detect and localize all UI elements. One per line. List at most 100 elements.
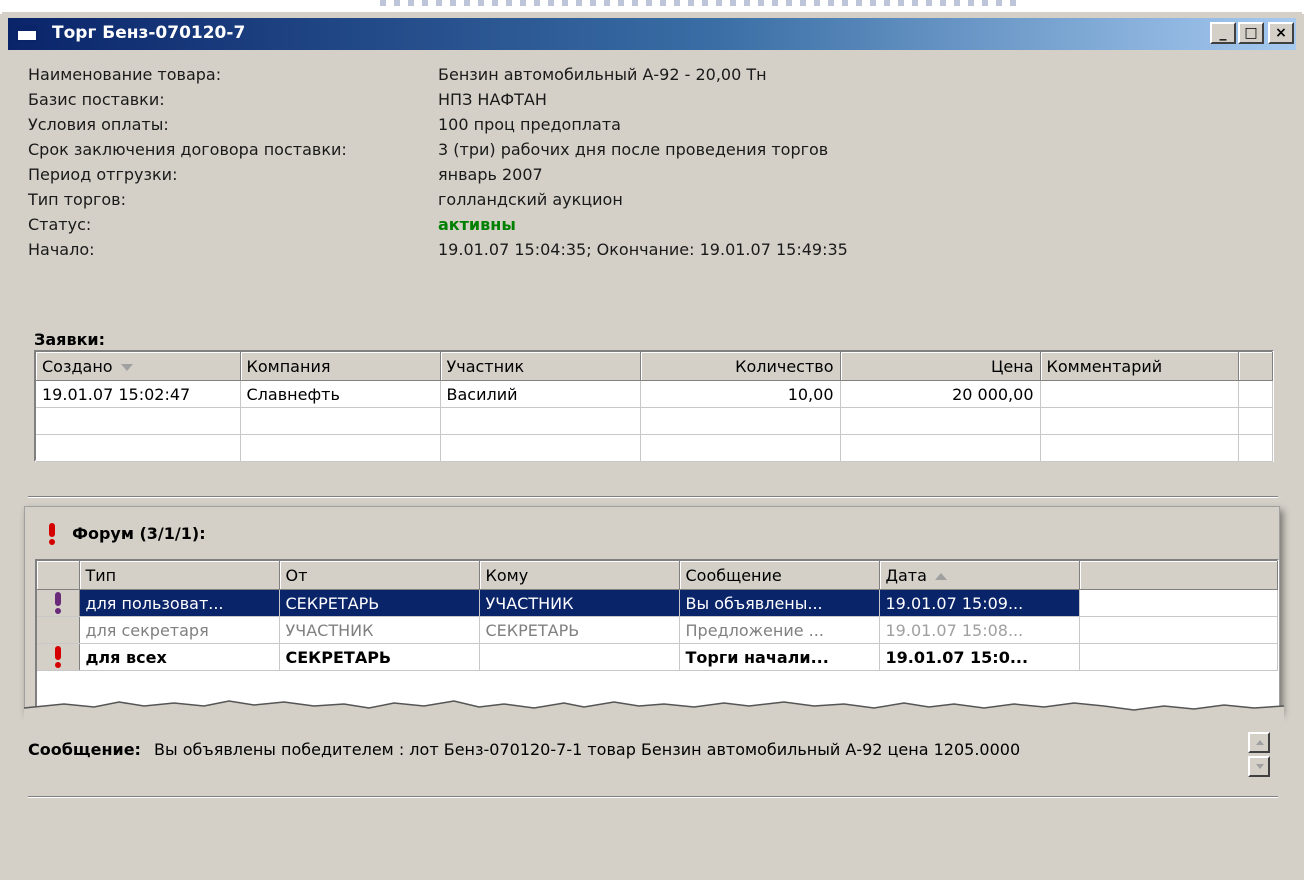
cell-company: Славнефть bbox=[240, 380, 441, 408]
forum-header: Форум (3/1/1): bbox=[47, 523, 206, 545]
info-row-auction-type: Тип торгов: голландский аукцион bbox=[28, 187, 1028, 212]
forum-col-type[interactable]: Тип bbox=[79, 561, 280, 590]
info-value: голландский аукцион bbox=[438, 190, 623, 209]
minimize-button[interactable]: _ bbox=[1210, 22, 1236, 44]
column-label: Дата bbox=[885, 565, 927, 585]
message-line: Сообщение: Вы объявлены победителем : ло… bbox=[28, 740, 1020, 759]
message-label: Сообщение: bbox=[28, 740, 141, 759]
cell-to bbox=[479, 643, 680, 671]
bids-table[interactable]: Создано Компания Участник Количество Цен… bbox=[34, 350, 1274, 462]
forum-title: Форум (3/1/1): bbox=[72, 523, 206, 543]
forum-header-row: Тип От Кому Сообщение Дата bbox=[37, 561, 1278, 590]
sort-descending-icon bbox=[120, 363, 133, 371]
close-button[interactable]: × bbox=[1268, 22, 1294, 44]
table-row[interactable]: 19.01.07 15:02:47 Славнефть Василий 10,0… bbox=[36, 380, 1273, 408]
bids-col-participant[interactable]: Участник bbox=[440, 352, 641, 381]
bottom-divider bbox=[28, 796, 1278, 798]
unread-icon bbox=[53, 592, 63, 614]
info-value: январь 2007 bbox=[438, 165, 543, 184]
sort-ascending-icon bbox=[934, 572, 947, 580]
alert-icon bbox=[47, 523, 57, 545]
info-label: Начало: bbox=[28, 240, 95, 259]
scroll-up-button[interactable] bbox=[1248, 732, 1270, 753]
new-message-marker bbox=[37, 643, 80, 671]
cell-participant: Василий bbox=[440, 380, 641, 408]
cell-filler bbox=[1079, 643, 1278, 671]
message-text: Вы объявлены победителем : лот Бенз-0701… bbox=[154, 740, 1021, 759]
cell-from: УЧАСТНИК bbox=[279, 616, 480, 644]
bids-col-price[interactable]: Цена bbox=[840, 352, 1041, 381]
status-value: активны bbox=[438, 215, 516, 234]
forum-col-from[interactable]: От bbox=[279, 561, 480, 590]
bids-header-row: Создано Компания Участник Количество Цен… bbox=[36, 352, 1273, 381]
bids-col-quantity[interactable]: Количество bbox=[640, 352, 841, 381]
forum-table[interactable]: Тип От Кому Сообщение Дата для пользоват… bbox=[35, 559, 1279, 711]
info-row-shipment: Период отгрузки: январь 2007 bbox=[28, 162, 1028, 187]
info-value: 19.01.07 15:04:35; Окончание: 19.01.07 1… bbox=[438, 240, 848, 259]
info-label: Наименование товара: bbox=[28, 65, 222, 84]
forum-col-icon bbox=[37, 561, 80, 590]
cell-message: Предложение ... bbox=[679, 616, 880, 644]
forum-col-filler bbox=[1079, 561, 1278, 590]
cell-message: Вы объявлены... bbox=[679, 589, 880, 617]
forum-col-date[interactable]: Дата bbox=[879, 561, 1080, 590]
cell-date: 19.01.07 15:0... bbox=[879, 643, 1080, 671]
forum-col-message[interactable]: Сообщение bbox=[679, 561, 880, 590]
info-row-payment: Условия оплаты: 100 проц предоплата bbox=[28, 112, 1028, 137]
message-scrollbar[interactable] bbox=[1248, 732, 1270, 778]
info-label: Условия оплаты: bbox=[28, 115, 169, 134]
cell-message: Торги начали... bbox=[679, 643, 880, 671]
cell-filler bbox=[1238, 380, 1273, 408]
cell-quantity: 10,00 bbox=[640, 380, 841, 408]
torn-edge-effect bbox=[24, 700, 1284, 724]
cell-date: 19.01.07 15:09... bbox=[879, 589, 1080, 617]
lot-info: Наименование товара: Бензин автомобильный… bbox=[28, 62, 1028, 262]
title-bar[interactable]: Торг Бенз-070120-7 _ □ × bbox=[8, 18, 1296, 50]
new-message-icon bbox=[53, 646, 63, 668]
cell-filler bbox=[1079, 589, 1278, 617]
info-row-status: Статус: активны bbox=[28, 212, 1028, 237]
cell-price: 20 000,00 bbox=[840, 380, 1041, 408]
info-label: Базис поставки: bbox=[28, 90, 165, 109]
bids-col-comment[interactable]: Комментарий bbox=[1040, 352, 1239, 381]
bids-col-company[interactable]: Компания bbox=[240, 352, 441, 381]
cell-type: для всех bbox=[79, 643, 280, 671]
info-label: Тип торгов: bbox=[28, 190, 126, 209]
table-row-empty bbox=[36, 407, 1273, 435]
forum-row[interactable]: для секретаря УЧАСТНИК СЕКРЕТАРЬ Предлож… bbox=[37, 616, 1278, 644]
bids-title: Заявки: bbox=[34, 330, 106, 349]
cell-from: СЕКРЕТАРЬ bbox=[279, 643, 480, 671]
bids-col-created[interactable]: Создано bbox=[36, 352, 241, 381]
cell-filler bbox=[1079, 616, 1278, 644]
forum-row-selected[interactable]: для пользоват... СЕКРЕТАРЬ УЧАСТНИК Вы о… bbox=[37, 589, 1278, 617]
window-icon bbox=[16, 26, 38, 42]
cell-date: 19.01.07 15:08... bbox=[879, 616, 1080, 644]
cell-from: СЕКРЕТАРЬ bbox=[279, 589, 480, 617]
cell-type: для пользоват... bbox=[79, 589, 280, 617]
cell-to: УЧАСТНИК bbox=[479, 589, 680, 617]
info-row-product: Наименование товара: Бензин автомобильный… bbox=[28, 62, 1028, 87]
column-label: Создано bbox=[42, 356, 113, 376]
section-divider bbox=[28, 496, 1278, 498]
read-marker bbox=[37, 616, 80, 644]
info-value: Бензин автомобильный А-92 - 20,00 Тн bbox=[438, 65, 767, 84]
info-value: 3 (три) рабочих дня после проведения тор… bbox=[438, 140, 829, 159]
cell-comment bbox=[1040, 380, 1239, 408]
background-text-ghost bbox=[380, 0, 1020, 6]
cell-type: для секретаря bbox=[79, 616, 280, 644]
info-value: НПЗ НАФТАН bbox=[438, 90, 547, 109]
cell-created: 19.01.07 15:02:47 bbox=[36, 380, 241, 408]
maximize-button[interactable]: □ bbox=[1238, 22, 1264, 44]
forum-panel: Форум (3/1/1): Тип От Кому Сообщение Дат… bbox=[24, 506, 1280, 712]
info-value: 100 проц предоплата bbox=[438, 115, 621, 134]
forum-row-unread[interactable]: для всех СЕКРЕТАРЬ Торги начали... 19.01… bbox=[37, 643, 1278, 671]
info-row-basis: Базис поставки: НПЗ НАФТАН bbox=[28, 87, 1028, 112]
forum-col-to[interactable]: Кому bbox=[479, 561, 680, 590]
info-label: Период отгрузки: bbox=[28, 165, 178, 184]
arrow-down-icon bbox=[1256, 764, 1264, 769]
table-row-empty bbox=[36, 434, 1273, 462]
bids-col-filler bbox=[1238, 352, 1273, 381]
scroll-down-button[interactable] bbox=[1248, 756, 1270, 777]
arrow-up-icon bbox=[1256, 740, 1264, 745]
info-row-times: Начало: 19.01.07 15:04:35; Окончание: 19.… bbox=[28, 237, 1028, 262]
